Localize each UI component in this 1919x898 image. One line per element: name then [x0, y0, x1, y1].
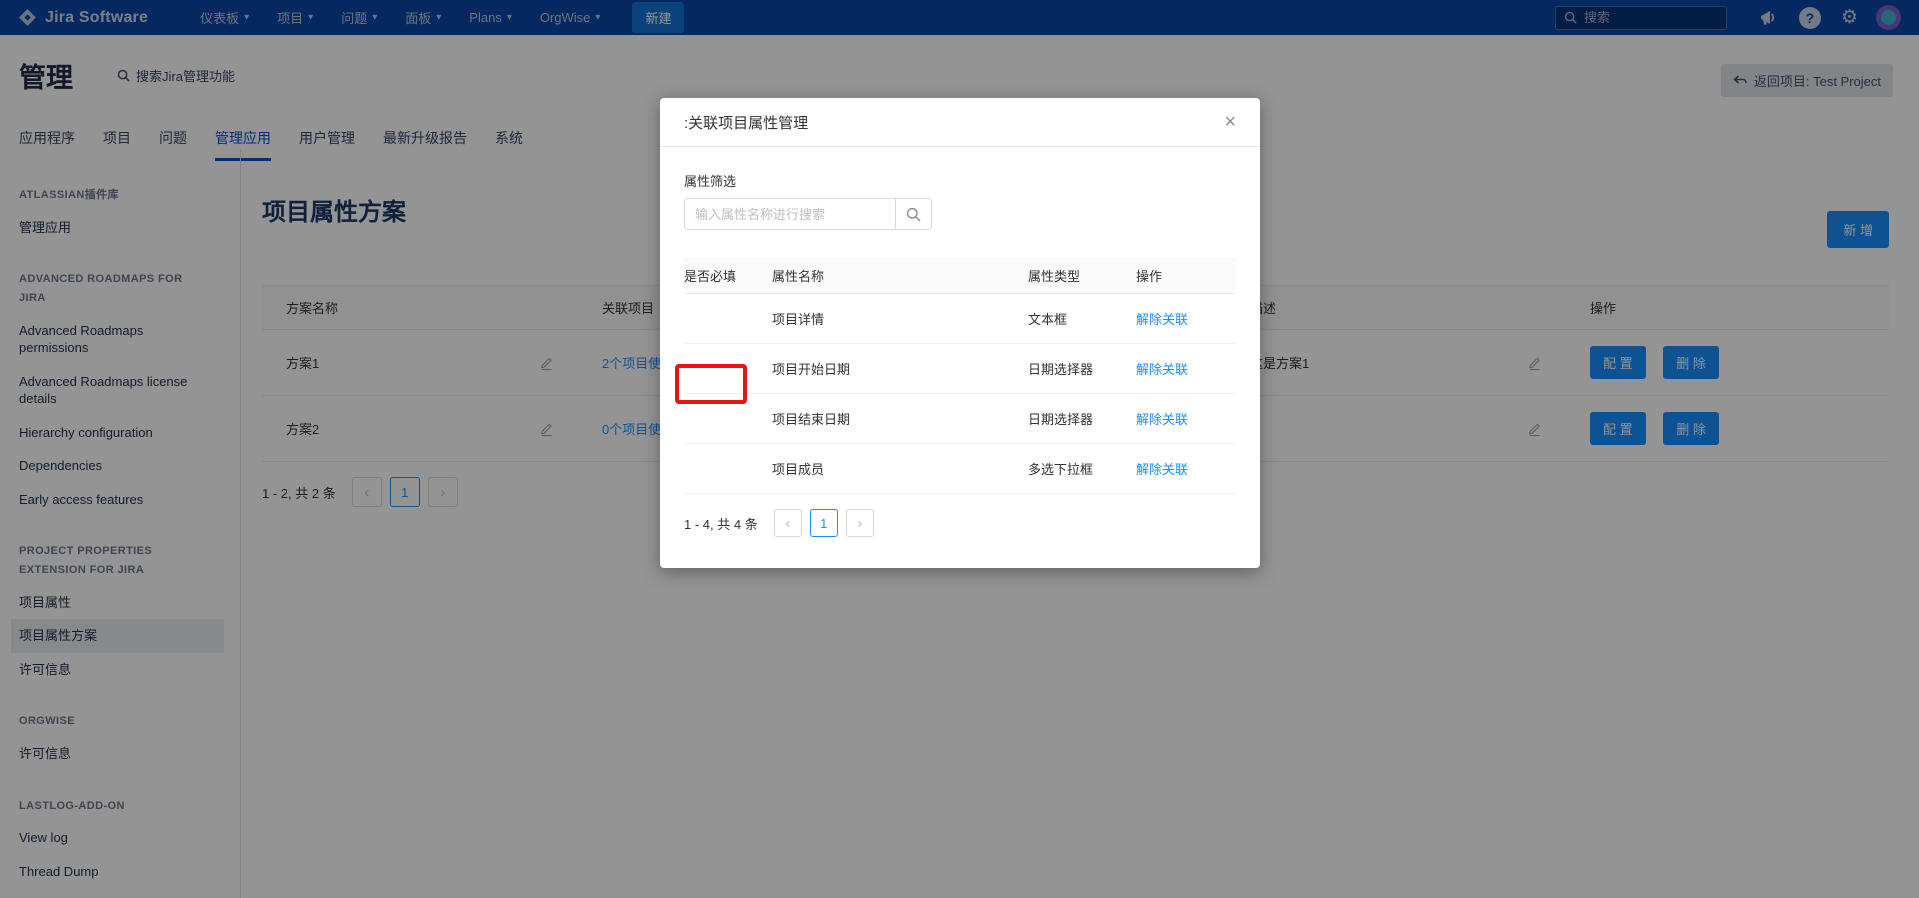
property-name: 项目成员 [772, 459, 1028, 478]
property-type: 日期选择器 [1028, 359, 1136, 378]
page-number-button[interactable]: 1 [810, 509, 838, 537]
unlink-link[interactable]: 解除关联 [1136, 362, 1188, 377]
property-search-input[interactable] [684, 198, 896, 230]
property-row-3: 项目结束日期 日期选择器 解除关联 [684, 394, 1236, 444]
property-type: 日期选择器 [1028, 409, 1136, 428]
link-properties-modal: :关联项目属性管理 属性筛选 是否必填 属性名称 属性类型 操作 项目详情 文本… [660, 98, 1260, 568]
unlink-link[interactable]: 解除关联 [1136, 412, 1188, 427]
col-required: 是否必填 [684, 266, 772, 285]
unlink-link[interactable]: 解除关联 [1136, 462, 1188, 477]
close-icon[interactable] [1224, 112, 1236, 132]
filter-label: 属性筛选 [684, 171, 1236, 190]
col-property-type: 属性类型 [1028, 266, 1136, 285]
modal-pagination: 1 - 4, 共 4 条 1 [684, 509, 1236, 537]
col-operation: 操作 [1136, 266, 1236, 285]
modal-title: :关联项目属性管理 [684, 112, 808, 133]
property-name: 项目开始日期 [772, 359, 1028, 378]
property-row-1: 项目详情 文本框 解除关联 [684, 294, 1236, 344]
next-page-button[interactable] [846, 509, 874, 537]
property-table-header: 是否必填 属性名称 属性类型 操作 [684, 258, 1236, 294]
prev-page-button[interactable] [774, 509, 802, 537]
property-row-2: 项目开始日期 日期选择器 解除关联 [684, 344, 1236, 394]
property-table: 是否必填 属性名称 属性类型 操作 项目详情 文本框 解除关联 项目开始日期 [684, 258, 1236, 494]
property-row-4: 项目成员 多选下拉框 解除关联 [684, 444, 1236, 494]
search-button[interactable] [896, 198, 932, 230]
unlink-link[interactable]: 解除关联 [1136, 312, 1188, 327]
modal-header: :关联项目属性管理 [660, 98, 1260, 147]
property-type: 多选下拉框 [1028, 459, 1136, 478]
col-property-name: 属性名称 [772, 266, 1028, 285]
property-name: 项目结束日期 [772, 409, 1028, 428]
pagination-summary: 1 - 4, 共 4 条 [684, 514, 758, 533]
property-type: 文本框 [1028, 309, 1136, 328]
property-name: 项目详情 [772, 309, 1028, 328]
